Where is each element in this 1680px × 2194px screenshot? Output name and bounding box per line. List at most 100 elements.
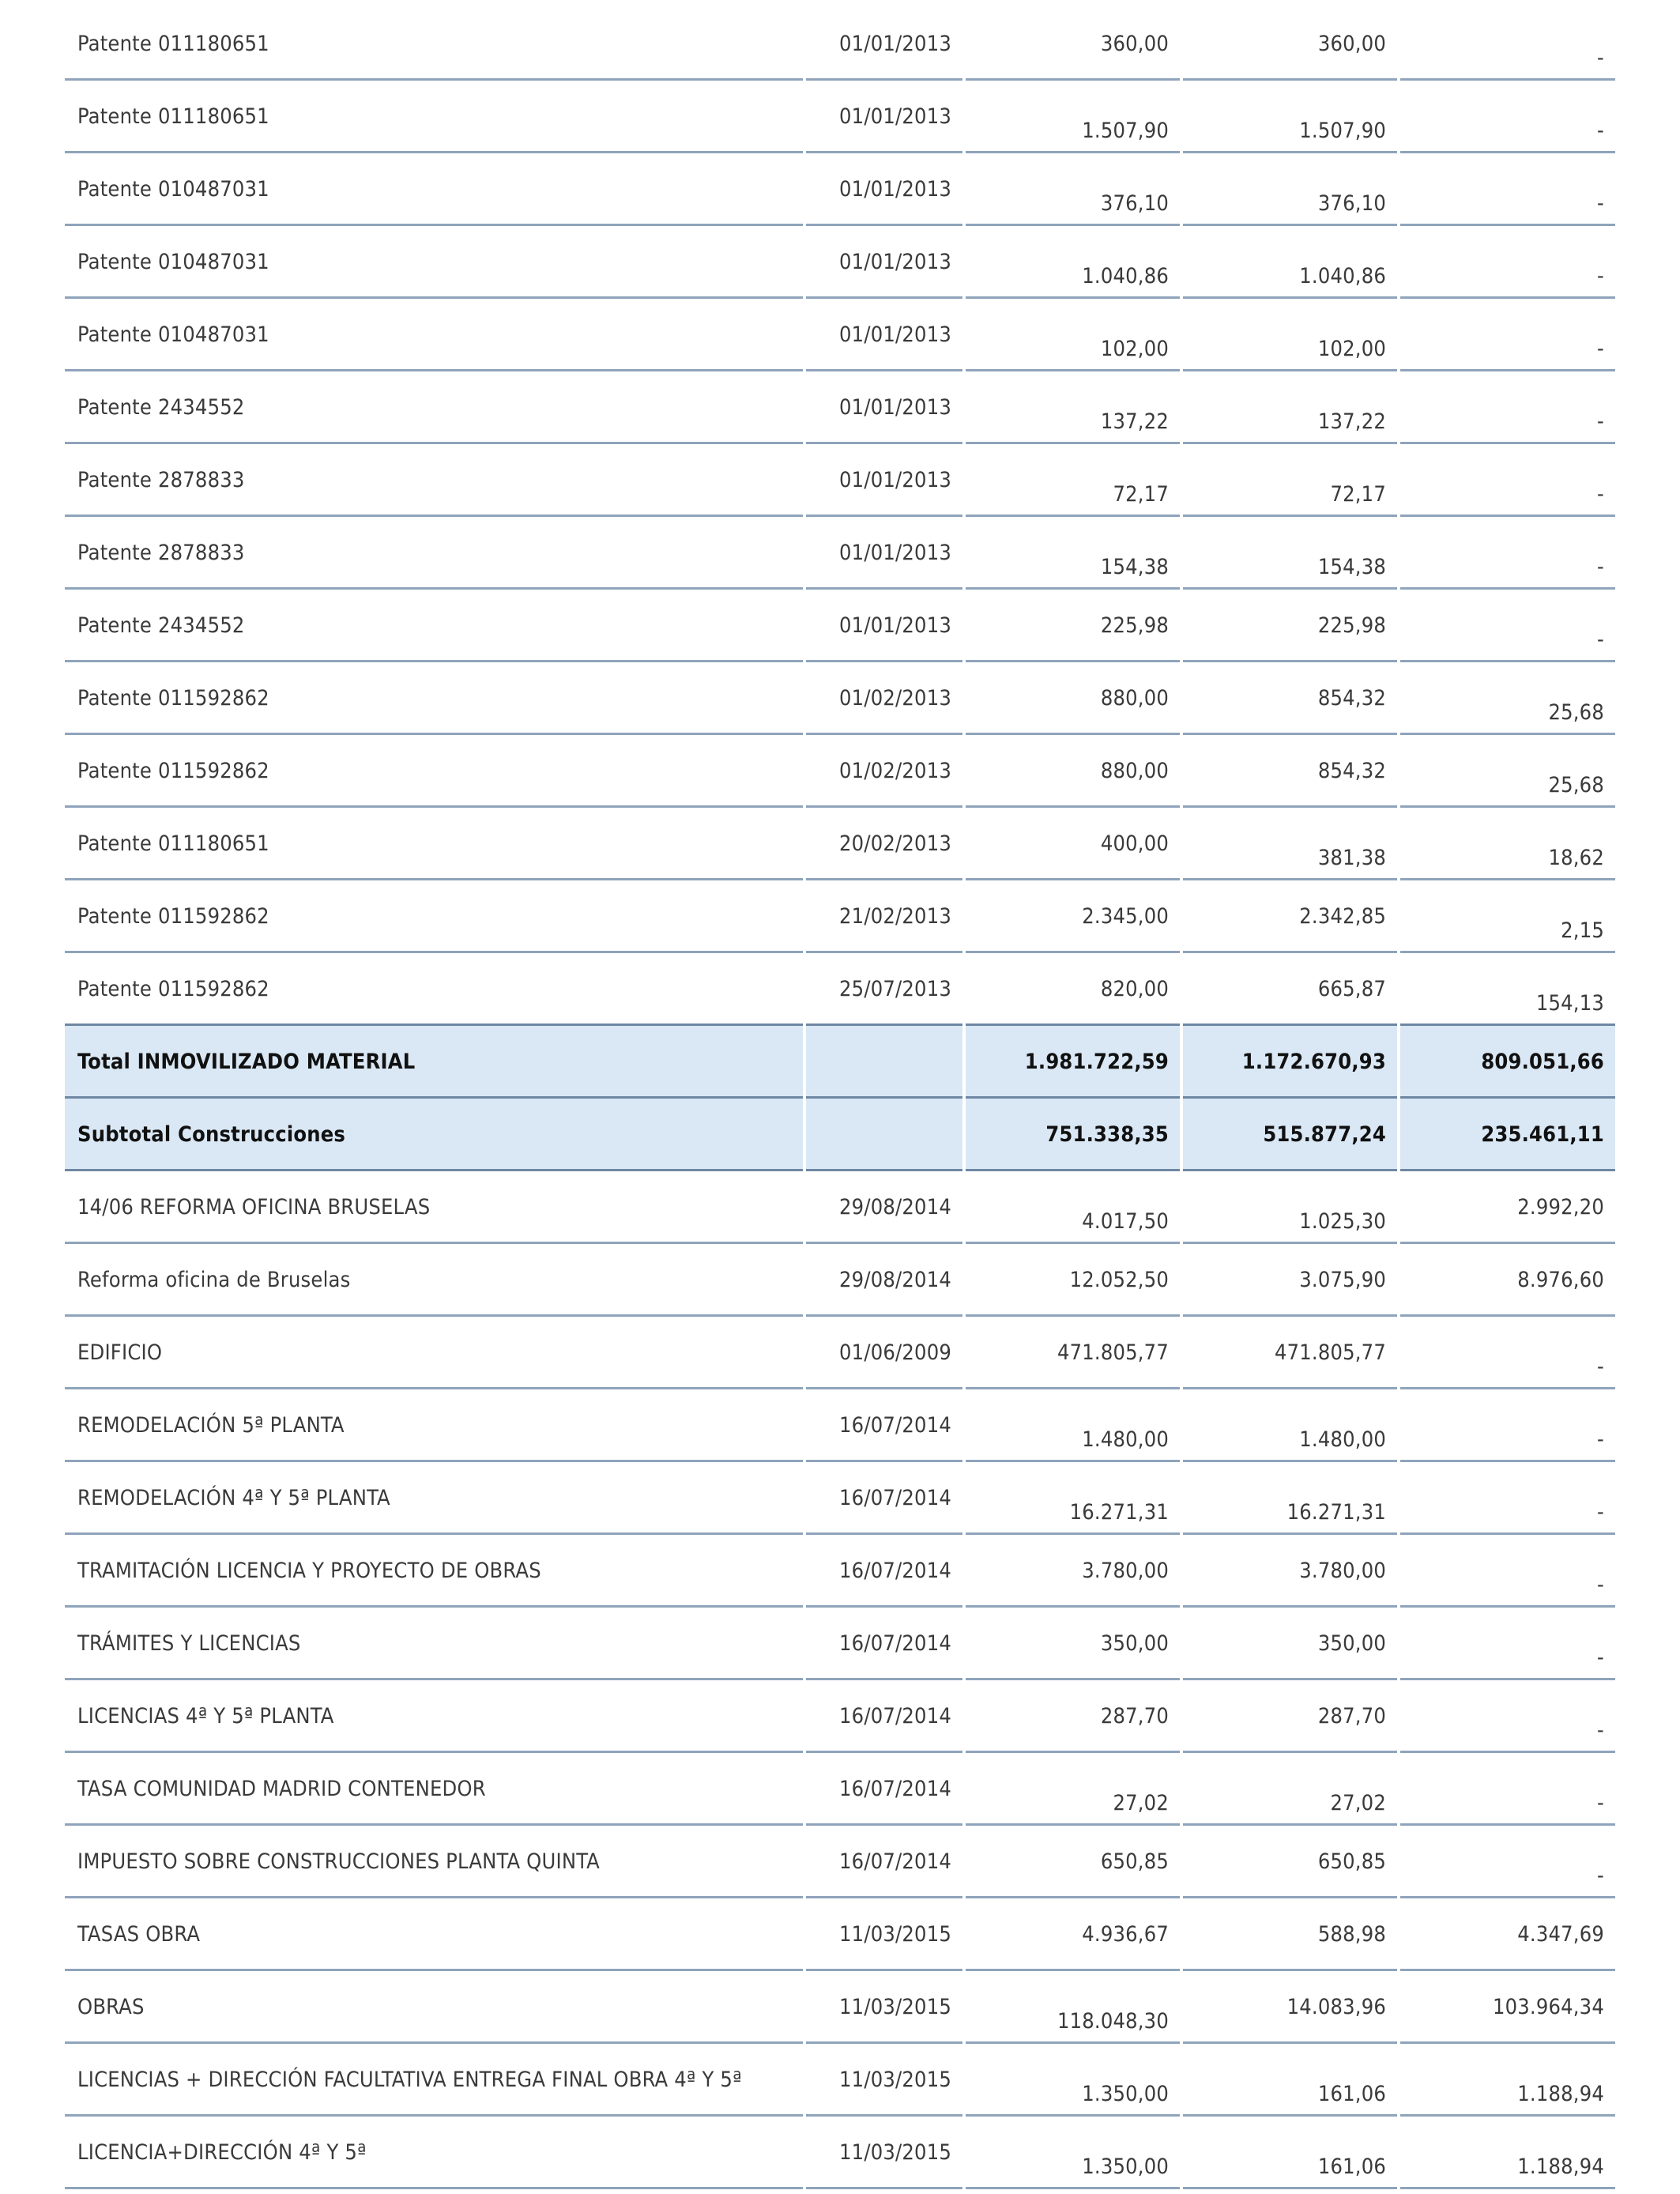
concept-cell: Reforma oficina de Bruselas bbox=[65, 1244, 803, 1317]
amortization-text: 471.805,77 bbox=[1274, 1340, 1386, 1365]
concept-text: TASAS OBRA bbox=[77, 1922, 201, 1947]
net-value-text: - bbox=[1597, 1718, 1604, 1743]
amortization-cell: 588,98 bbox=[1183, 1898, 1397, 1971]
gross-value-cell: 1.981.722,59 bbox=[966, 1023, 1180, 1099]
concept-text: LICENCIAS + DIRECCIÓN FACULTATIVA ENTREG… bbox=[77, 2068, 742, 2092]
table-row: Patente 011592862 25/07/2013 820,00 665,87 1… bbox=[65, 953, 1615, 1026]
date-cell: 25/07/2013 bbox=[806, 953, 962, 1026]
table-row: TASA COMUNIDAD MADRID CONTENEDOR 16/07/20… bbox=[65, 1753, 1615, 1826]
date-text: 11/03/2015 bbox=[839, 2068, 951, 2092]
net-value-cell: - bbox=[1400, 517, 1615, 590]
net-value-text: - bbox=[1597, 1864, 1604, 1888]
concept-text: TASA COMUNIDAD MADRID CONTENEDOR bbox=[77, 1777, 486, 1801]
table-row: TRAMITACIÓN LICENCIA Y PROYECTO DE OBRAS… bbox=[65, 1535, 1615, 1608]
net-value-cell: 1.188,94 bbox=[1400, 2044, 1615, 2117]
date-cell: 16/07/2014 bbox=[806, 1608, 962, 1680]
date-text: 01/01/2013 bbox=[839, 32, 951, 56]
net-value-text: - bbox=[1597, 1573, 1604, 1597]
amortization-text: 1.480,00 bbox=[1299, 1427, 1386, 1452]
amortization-cell: 471.805,77 bbox=[1183, 1317, 1397, 1389]
date-cell: 16/07/2014 bbox=[806, 1462, 962, 1535]
gross-value-cell: 880,00 bbox=[966, 735, 1180, 808]
concept-cell: LICENCIAS + DIRECCIÓN FACULTATIVA ENTREG… bbox=[65, 2044, 803, 2117]
date-cell: 01/02/2013 bbox=[806, 662, 962, 735]
gross-value-text: 12.052,50 bbox=[1069, 1268, 1169, 1292]
amortization-text: 350,00 bbox=[1317, 1631, 1386, 1656]
date-text: 16/07/2014 bbox=[839, 1559, 951, 1583]
table-row: Patente 2878833 01/01/2013 72,17 72,17 - bbox=[65, 444, 1615, 517]
concept-cell: Patente 010487031 bbox=[65, 299, 803, 371]
date-cell: 11/03/2015 bbox=[806, 2117, 962, 2189]
concept-cell: TASAS OBRA bbox=[65, 1898, 803, 1971]
concept-cell: Patente 011180651 bbox=[65, 81, 803, 153]
total-row: Total INMOVILIZADO MATERIAL 1.981.722,59 1… bbox=[65, 1023, 1615, 1099]
gross-value-text: 400,00 bbox=[1100, 831, 1169, 856]
concept-text: Patente 011592862 bbox=[77, 904, 269, 929]
gross-value-cell: 102,00 bbox=[966, 299, 1180, 371]
date-text: 01/01/2013 bbox=[839, 468, 951, 492]
gross-value-text: 1.350,00 bbox=[1082, 2154, 1169, 2179]
table-row: Patente 011180651 20/02/2013 400,00 381,38 1… bbox=[65, 808, 1615, 880]
table-row: IMPUESTO SOBRE CONSTRUCCIONES PLANTA QUI… bbox=[65, 1826, 1615, 1898]
concept-cell: Patente 011180651 bbox=[65, 808, 803, 880]
concept-cell: REMODELACIÓN 5ª PLANTA bbox=[65, 1389, 803, 1462]
amortization-cell: 665,87 bbox=[1183, 953, 1397, 1026]
table-row: 14/06 REFORMA OFICINA BRUSELAS 29/08/2014… bbox=[65, 1171, 1615, 1244]
amortization-cell: 854,32 bbox=[1183, 735, 1397, 808]
net-value-text: 809.051,66 bbox=[1481, 1050, 1604, 1074]
table-row: Patente 011180651 01/01/2013 360,00 360,00 - bbox=[65, 8, 1615, 81]
gross-value-cell: 1.350,00 bbox=[966, 2044, 1180, 2117]
amortization-text: 515.877,24 bbox=[1263, 1122, 1386, 1147]
concept-text: Patente 011592862 bbox=[77, 686, 269, 711]
date-text: 16/07/2014 bbox=[839, 1704, 951, 1728]
date-cell: 16/07/2014 bbox=[806, 1535, 962, 1608]
net-value-cell: - bbox=[1400, 81, 1615, 153]
net-value-text: - bbox=[1597, 1500, 1604, 1525]
date-text: 01/01/2013 bbox=[839, 322, 951, 347]
net-value-text: - bbox=[1597, 409, 1604, 434]
net-value-cell: 103.964,34 bbox=[1400, 1971, 1615, 2044]
amortization-cell: 3.075,90 bbox=[1183, 1244, 1397, 1317]
concept-text: Patente 011592862 bbox=[77, 759, 269, 783]
gross-value-text: 4.936,67 bbox=[1082, 1922, 1169, 1947]
date-text: 11/03/2015 bbox=[839, 1922, 951, 1947]
date-cell: 11/03/2015 bbox=[806, 2044, 962, 2117]
date-text: 16/07/2014 bbox=[839, 1777, 951, 1801]
gross-value-text: 137,22 bbox=[1100, 409, 1169, 434]
table-row: LICENCIA+DIRECCIÓN 4ª Y 5ª 11/03/2015 1.35… bbox=[65, 2117, 1615, 2189]
concept-cell: TRÁMITES Y LICENCIAS bbox=[65, 1608, 803, 1680]
gross-value-cell: 376,10 bbox=[966, 153, 1180, 226]
net-value-text: 25,68 bbox=[1548, 700, 1604, 725]
net-value-text: 1.188,94 bbox=[1517, 2154, 1604, 2179]
date-text: 01/02/2013 bbox=[839, 759, 951, 783]
gross-value-text: 2.345,00 bbox=[1082, 904, 1169, 929]
concept-text: Patente 010487031 bbox=[77, 177, 269, 202]
gross-value-text: 880,00 bbox=[1100, 686, 1169, 711]
gross-value-text: 820,00 bbox=[1100, 977, 1169, 1001]
gross-value-text: 118.048,30 bbox=[1057, 2009, 1169, 2034]
gross-value-text: 3.780,00 bbox=[1082, 1559, 1169, 1583]
amortization-cell: 225,98 bbox=[1183, 590, 1397, 662]
concept-text: Patente 2434552 bbox=[77, 613, 245, 638]
amortization-text: 161,06 bbox=[1317, 2154, 1386, 2179]
gross-value-cell: 880,00 bbox=[966, 662, 1180, 735]
date-text: 16/07/2014 bbox=[839, 1849, 951, 1874]
date-cell: 01/01/2013 bbox=[806, 81, 962, 153]
amortization-cell: 515.877,24 bbox=[1183, 1099, 1397, 1171]
net-value-cell: - bbox=[1400, 1389, 1615, 1462]
concept-text: Patente 2878833 bbox=[77, 468, 245, 492]
net-value-cell: - bbox=[1400, 8, 1615, 81]
amortization-text: 2.342,85 bbox=[1299, 904, 1386, 929]
gross-value-text: 350,00 bbox=[1100, 1631, 1169, 1656]
gross-value-text: 225,98 bbox=[1100, 613, 1169, 638]
concept-text: EDIFICIO bbox=[77, 1340, 163, 1365]
date-text: 01/01/2013 bbox=[839, 541, 951, 565]
net-value-text: 103.964,34 bbox=[1492, 1995, 1604, 2019]
concept-text: Patente 010487031 bbox=[77, 322, 269, 347]
net-value-text: - bbox=[1597, 1791, 1604, 1815]
concept-cell: TASA COMUNIDAD MADRID CONTENEDOR bbox=[65, 1753, 803, 1826]
table-row: REMODELACIÓN 5ª PLANTA 16/07/2014 1.480,00… bbox=[65, 1389, 1615, 1462]
net-value-cell: - bbox=[1400, 1608, 1615, 1680]
net-value-cell: 4.347,69 bbox=[1400, 1898, 1615, 1971]
net-value-text: 4.347,69 bbox=[1517, 1922, 1604, 1947]
